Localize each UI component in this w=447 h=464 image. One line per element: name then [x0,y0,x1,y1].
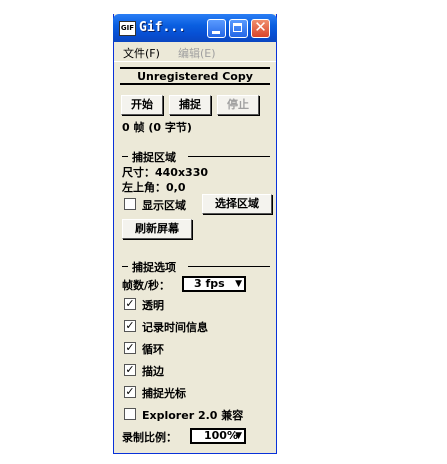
section-divider [122,156,128,157]
show-area-label: 显示区域 [142,199,186,212]
capture-top-left: 左上角：0,0 [122,181,186,194]
close-button[interactable]: ✕ [251,18,270,38]
minimize-button[interactable] [207,19,226,38]
option-checkbox[interactable]: ✓ [124,386,136,398]
fps-value: 3 fps [194,277,225,290]
menu-edit[interactable]: 编辑(E) [178,45,216,61]
frames-info: 0 帧 (0 字节) [122,121,192,134]
option-label: 描边 [142,365,164,378]
menu-bar: 文件(F) 编辑(E) [114,42,276,62]
option-label: 透明 [142,299,164,312]
section-divider [122,266,128,267]
section-divider [188,156,270,157]
stop-button[interactable]: 停止 [217,95,259,115]
title-bar[interactable]: GIF Gif... ✕ [113,14,277,42]
select-area-button[interactable]: 选择区域 [202,194,272,214]
start-button[interactable]: 开始 [121,95,163,115]
app-icon: GIF [119,21,136,36]
capture-options-heading: 捕捉选项 [132,261,176,274]
refresh-screen-button[interactable]: 刷新屏幕 [122,219,192,239]
fps-select[interactable]: 3 fps ▼ [182,276,246,292]
option-label: 循环 [142,343,164,356]
option-checkbox[interactable]: ✓ [124,342,136,354]
window-title: Gif... [139,20,186,35]
chevron-down-icon: ▼ [235,431,242,441]
capture-size: 尺寸：440x330 [122,166,209,179]
section-divider [188,266,270,267]
option-checkbox[interactable]: ✓ [124,298,136,310]
maximize-button[interactable] [229,19,248,38]
minimize-icon [212,31,220,34]
option-checkbox[interactable]: ✓ [124,320,136,332]
menu-file[interactable]: 文件(F) [123,45,160,61]
close-icon: ✕ [254,18,267,36]
fps-label: 帧数/秒： [122,279,171,292]
capture-area-heading: 捕捉区域 [132,151,176,164]
maximize-icon [233,23,242,32]
option-label: 记录时间信息 [142,321,208,334]
capture-button[interactable]: 捕捉 [169,95,211,115]
option-checkbox[interactable] [124,408,136,420]
status-banner: Unregistered Copy [120,67,270,85]
option-label: Explorer 2.0 兼容 [142,409,244,422]
chevron-down-icon: ▼ [235,279,242,289]
option-checkbox[interactable]: ✓ [124,364,136,376]
scale-label: 录制比例： [122,431,177,444]
app-window: GIF Gif... ✕ 文件(F) 编辑(E) Unregistered Co… [113,14,277,454]
show-area-checkbox[interactable] [124,198,136,210]
option-label: 捕捉光标 [142,387,186,400]
scale-select[interactable]: 100% ▼ [190,428,246,444]
scale-value: 100% [204,429,238,442]
